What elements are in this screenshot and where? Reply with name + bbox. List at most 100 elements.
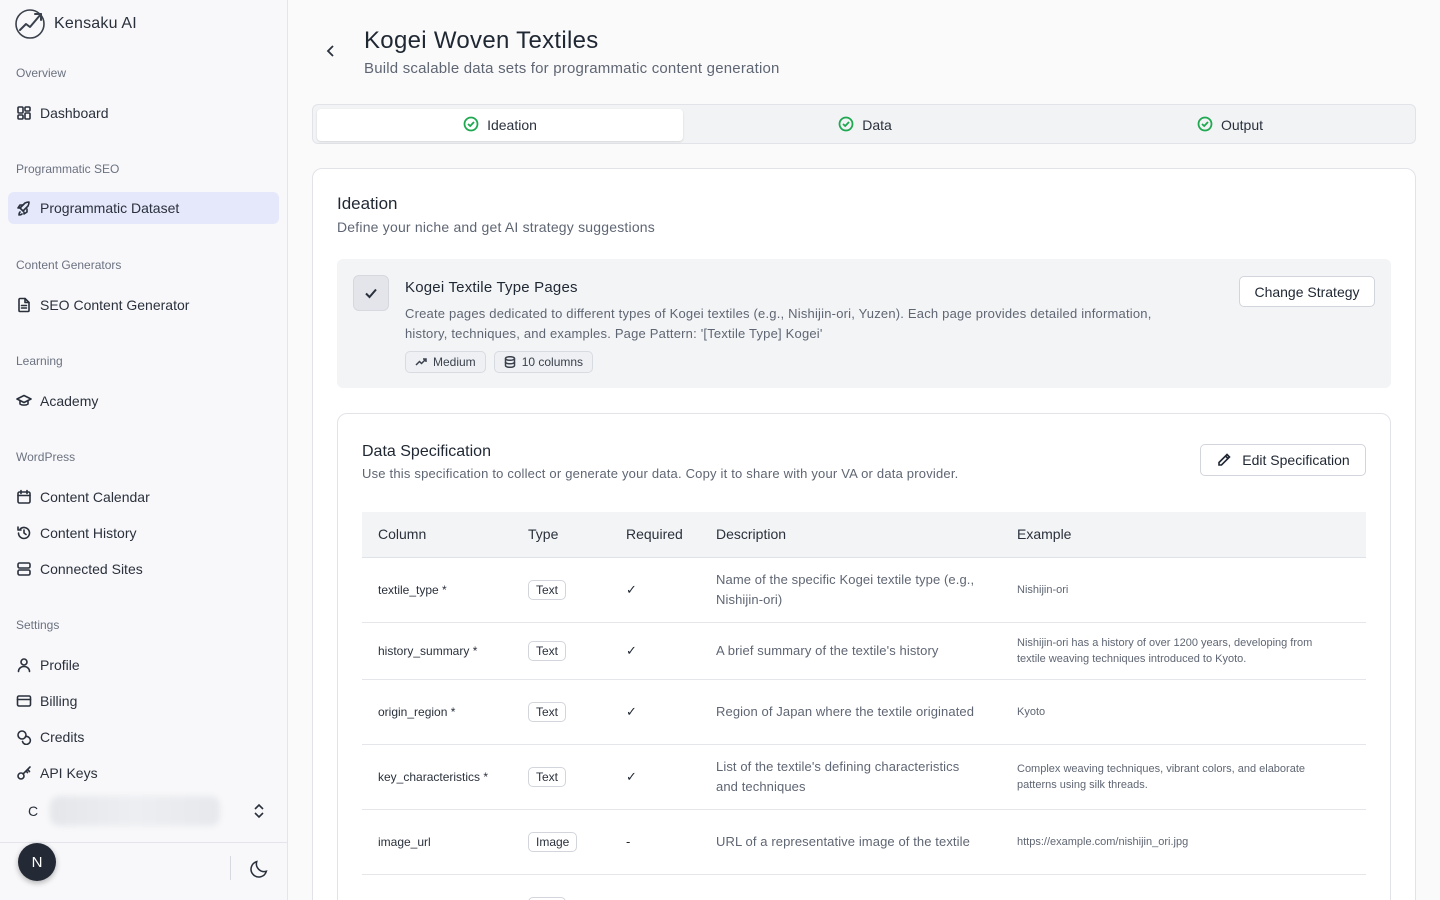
- cell-example: Nishijin-ori has a history of over 1200 …: [1001, 622, 1366, 680]
- tab-output[interactable]: Output: [1047, 109, 1413, 141]
- theme-toggle-button[interactable]: [246, 856, 272, 882]
- required-mark: -: [626, 834, 631, 849]
- type-badge: Text: [528, 579, 567, 600]
- coins-icon: [16, 729, 32, 745]
- sidebar-item-label: SEO Content Generator: [40, 297, 190, 313]
- back-button[interactable]: [320, 40, 342, 62]
- cell-column: textile_type *: [362, 557, 512, 623]
- sidebar-item-content-calendar[interactable]: Content Calendar: [8, 481, 279, 513]
- history-icon: [16, 525, 32, 541]
- chevron-left-icon: [326, 45, 334, 57]
- spec-title: Data Specification: [362, 443, 491, 460]
- cell-column: [362, 874, 512, 900]
- credit-card-icon: [16, 693, 32, 709]
- user-avatar[interactable]: N: [18, 843, 56, 881]
- type-badge: Text: [528, 701, 567, 722]
- sidebar-item-label: Profile: [40, 657, 80, 673]
- column-header-type: Type: [512, 512, 610, 558]
- table-row: key_characteristics * Text ✓ List of the…: [362, 744, 1366, 810]
- type-badge: Text: [528, 766, 567, 787]
- sidebar-item-billing[interactable]: Billing: [8, 685, 279, 717]
- cell-example: [1001, 874, 1366, 900]
- sidebar: Kensaku AI Overview Dashboard Programmat…: [0, 0, 288, 900]
- tab-label: Ideation: [487, 117, 537, 133]
- table-row: textile_type * Text ✓ Name of the specif…: [362, 557, 1366, 623]
- cell-description: URL of a representative image of the tex…: [700, 809, 1001, 875]
- columns-label: 10 columns: [521, 355, 584, 369]
- columns-badge: 10 columns: [493, 351, 594, 373]
- sidebar-item-connected-sites[interactable]: Connected Sites: [8, 553, 279, 585]
- chevrons-up-down-icon: [252, 802, 266, 820]
- graduation-cap-icon: [16, 393, 32, 409]
- sidebar-item-credits[interactable]: Credits: [8, 721, 279, 753]
- change-strategy-button[interactable]: Change Strategy: [1239, 276, 1375, 307]
- sidebar-item-dashboard[interactable]: Dashboard: [8, 97, 279, 129]
- tab-ideation[interactable]: Ideation: [317, 109, 683, 141]
- sidebar-item-label: Billing: [40, 693, 78, 709]
- tab-data[interactable]: Data: [682, 109, 1048, 141]
- check-circle-icon: [1197, 116, 1213, 135]
- pencil-icon: [1218, 453, 1231, 466]
- type-badge: Text: [528, 640, 567, 661]
- edit-specification-label: Edit Specification: [1242, 452, 1350, 468]
- strategy-title: Kogei Textile Type Pages: [405, 279, 578, 296]
- trending-up-icon: [415, 358, 427, 366]
- edit-specification-button[interactable]: Edit Specification: [1200, 444, 1366, 476]
- cell-column: key_characteristics *: [362, 744, 512, 810]
- required-mark: ✓: [626, 768, 637, 784]
- calendar-icon: [16, 489, 32, 505]
- table-header-row: Column Type Required Description Example: [362, 512, 1366, 558]
- table-row: origin_region * Text ✓ Region of Japan w…: [362, 679, 1366, 745]
- type-badge: Image: [528, 831, 578, 852]
- brand-logo-icon: [15, 9, 45, 39]
- nav-section-wordpress: WordPress: [16, 450, 76, 464]
- required-mark: ✓: [626, 581, 637, 597]
- org-initial: C: [27, 803, 39, 819]
- organization-switcher[interactable]: C: [16, 790, 272, 832]
- key-icon: [16, 765, 32, 781]
- ideation-title: Ideation: [337, 194, 398, 213]
- nav-section-programmatic-seo: Programmatic SEO: [16, 162, 120, 176]
- cell-description: Notable artists or craftspeople: [700, 874, 1001, 900]
- sidebar-item-label: API Keys: [40, 765, 98, 781]
- data-specification: Data Specification Use this specificatio…: [337, 413, 1391, 900]
- page-subtitle: Build scalable data sets for programmati…: [364, 60, 780, 77]
- brand[interactable]: Kensaku AI: [14, 8, 137, 40]
- cell-example: Kyoto: [1001, 679, 1366, 745]
- cell-column: origin_region *: [362, 679, 512, 745]
- dashboard-icon: [16, 105, 32, 121]
- difficulty-badge: Medium: [405, 351, 486, 373]
- cell-example: Complex weaving techniques, vibrant colo…: [1001, 744, 1366, 810]
- nav-section-overview: Overview: [16, 66, 67, 80]
- sidebar-item-label: Content Calendar: [40, 489, 150, 505]
- cell-description: Name of the specific Kogei textile type …: [700, 557, 1001, 623]
- main-content: Kogei Woven Textiles Build scalable data…: [288, 0, 1440, 900]
- check-icon: [365, 288, 377, 299]
- strategy-selected-checkbox[interactable]: [353, 275, 389, 311]
- sidebar-item-seo-content-generator[interactable]: SEO Content Generator: [8, 289, 279, 321]
- sidebar-item-programmatic-dataset[interactable]: Programmatic Dataset: [8, 192, 279, 224]
- selected-strategy: Kogei Textile Type Pages Create pages de…: [337, 259, 1391, 388]
- sidebar-item-label: Content History: [40, 525, 137, 541]
- cell-column: history_summary *: [362, 622, 512, 680]
- difficulty-label: Medium: [433, 355, 476, 369]
- sidebar-item-label: Programmatic Dataset: [40, 200, 180, 216]
- column-header-required: Required: [610, 512, 700, 558]
- sidebar-item-label: Academy: [40, 393, 99, 409]
- table-row: history_summary * Text ✓ A brief summary…: [362, 622, 1366, 680]
- sidebar-item-academy[interactable]: Academy: [8, 385, 279, 417]
- tab-label: Data: [862, 117, 892, 133]
- sidebar-item-label: Dashboard: [40, 105, 109, 121]
- spec-description: Use this specification to collect or gen…: [362, 466, 959, 481]
- nav-section-content-generators: Content Generators: [16, 258, 122, 272]
- sidebar-item-content-history[interactable]: Content History: [8, 517, 279, 549]
- table-row: image_url Image - URL of a representativ…: [362, 809, 1366, 875]
- nav-section-settings: Settings: [16, 618, 60, 632]
- sidebar-item-profile[interactable]: Profile: [8, 649, 279, 681]
- sidebar-item-api-keys[interactable]: API Keys: [8, 757, 279, 789]
- cell-description: A brief summary of the textile's history: [700, 622, 1001, 680]
- cell-description: List of the textile's defining character…: [700, 744, 1001, 810]
- ideation-description: Define your niche and get AI strategy su…: [337, 219, 655, 235]
- page-title: Kogei Woven Textiles: [364, 27, 599, 54]
- spec-table: Column Type Required Description Example…: [362, 512, 1366, 900]
